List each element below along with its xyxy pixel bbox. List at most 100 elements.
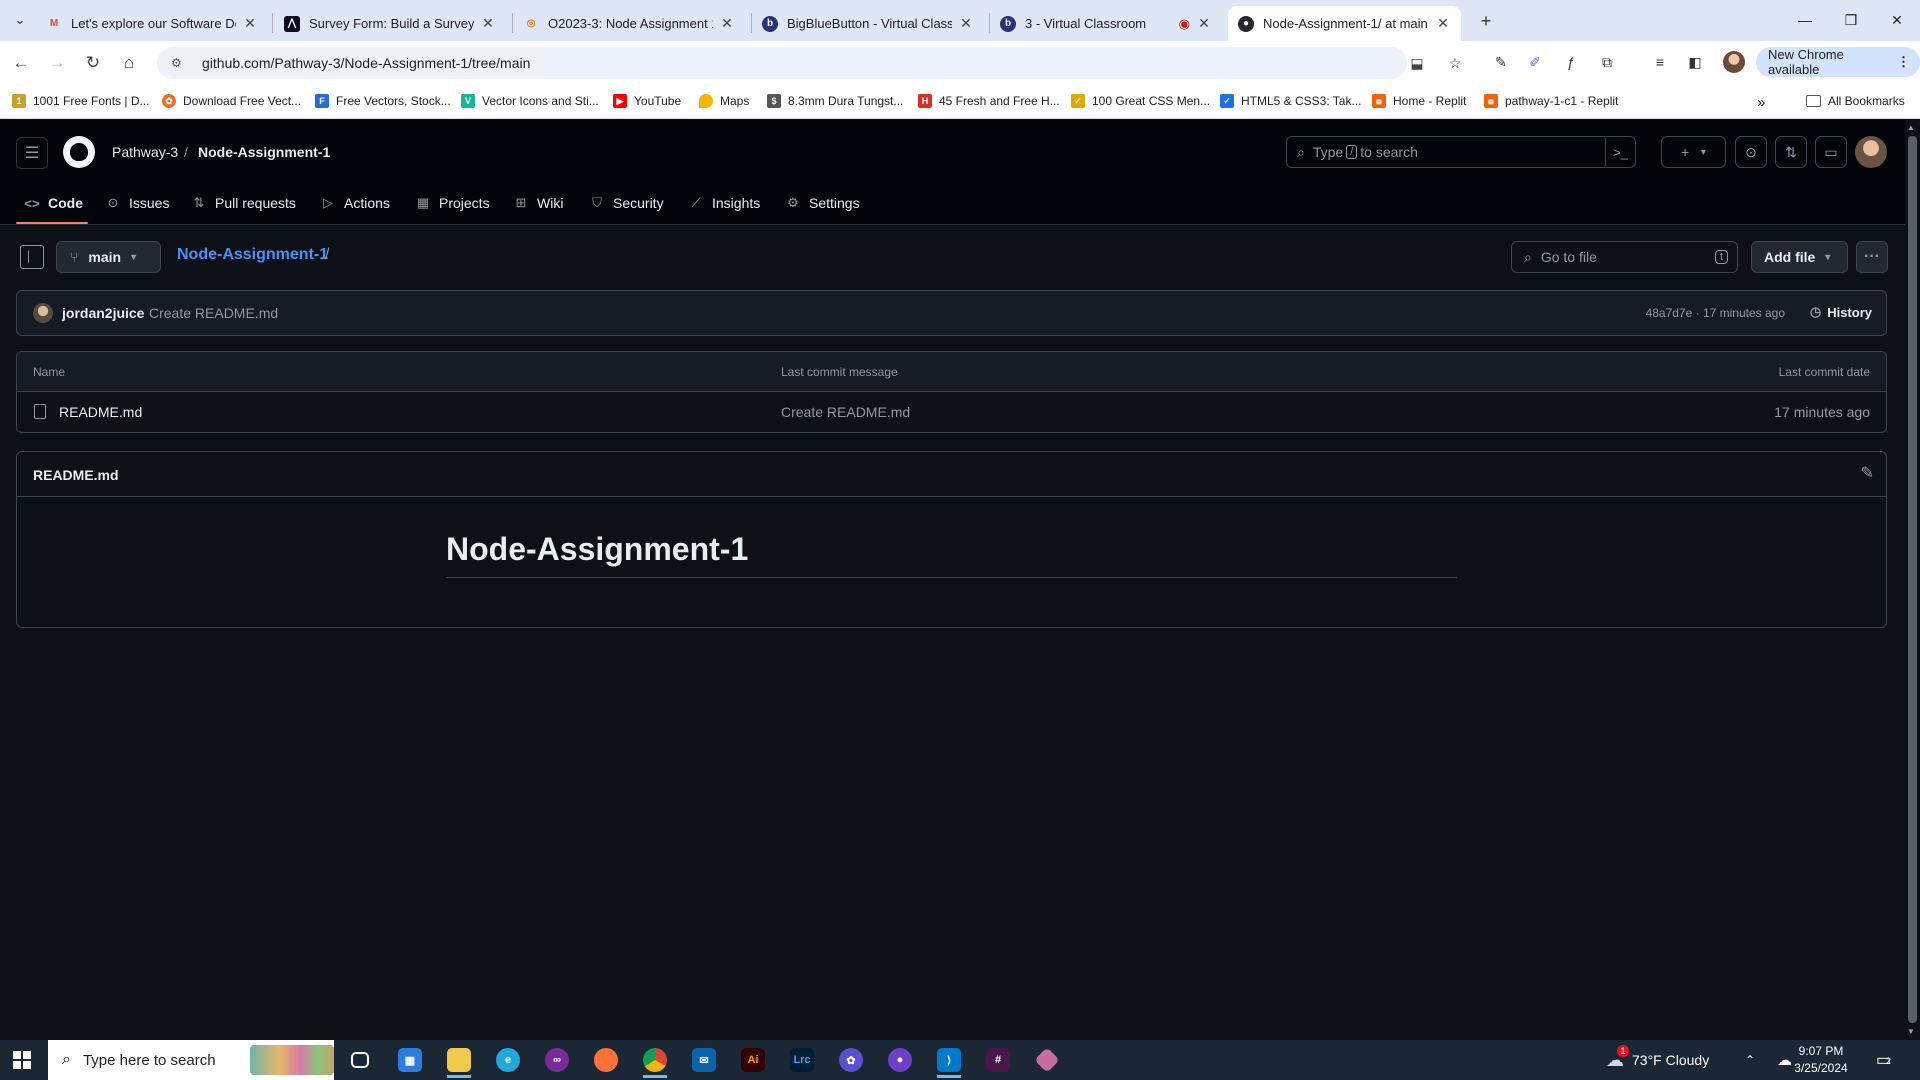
meta-app-icon[interactable]: ∞ <box>537 1044 577 1076</box>
create-new-button[interactable]: + ▾ <box>1661 136 1726 168</box>
file-name-link[interactable]: README.md <box>59 404 142 420</box>
close-icon[interactable]: ✕ <box>1196 15 1212 32</box>
bookmark-item[interactable]: ▶ YouTube <box>613 94 681 108</box>
weather-widget[interactable]: ☁ 1 73°F Cloudy <box>1606 1040 1709 1080</box>
github-desktop-icon[interactable]: ● <box>880 1044 920 1076</box>
windows-start-icon[interactable] <box>13 1051 31 1069</box>
chrome-icon[interactable] <box>635 1044 675 1078</box>
scroll-down-arrow-icon[interactable]: ▼ <box>1907 1027 1915 1036</box>
site-info-icon[interactable]: ⚙ <box>171 56 191 70</box>
path-root-link[interactable]: Node-Assignment-1 <box>177 246 328 264</box>
tab-search-chevron-icon[interactable]: ⌄ <box>8 8 32 32</box>
font-extension-icon[interactable]: ƒ <box>1559 50 1583 74</box>
file-commit-message-link[interactable]: Create README.md <box>781 404 910 420</box>
browser-tab-active[interactable]: ● Node-Assignment-1/ at main ✕ <box>1228 6 1461 41</box>
bookmark-star-icon[interactable]: ☆ <box>1445 53 1465 73</box>
forward-icon[interactable]: → <box>44 50 70 76</box>
tab-issues[interactable]: ⊙ Issues <box>105 181 170 225</box>
notification-icon[interactable]: ▭ 2 <box>1876 1040 1891 1080</box>
repo-link[interactable]: Node-Assignment-1 <box>198 144 330 160</box>
hamburger-menu-icon[interactable]: ☰ <box>16 137 48 169</box>
bookmark-item[interactable]: F Free Vectors, Stock... <box>315 94 451 108</box>
branch-selector-button[interactable]: ⑂ main ▾ <box>56 241 161 273</box>
tab-settings[interactable]: ⚙ Settings <box>785 181 859 225</box>
bookmark-item[interactable]: H 45 Fresh and Free H... <box>918 94 1060 108</box>
bookmark-item[interactable]: 1 1001 Free Fonts | D... <box>12 94 150 108</box>
restore-icon[interactable]: ❐ <box>1836 8 1866 32</box>
reload-icon[interactable]: ↻ <box>80 50 106 76</box>
file-explorer-icon[interactable] <box>439 1044 479 1078</box>
browser-tab[interactable]: ⋀ Survey Form: Build a Survey Fo ✕ <box>274 6 506 41</box>
chevron-up-icon[interactable]: ⌃ <box>1745 1040 1755 1080</box>
scrollbar-thumb[interactable] <box>1908 136 1917 1023</box>
bookmark-item[interactable]: ✓ HTML5 & CSS3: Tak... <box>1220 94 1362 108</box>
side-panel-icon[interactable]: ◧ <box>1683 50 1707 74</box>
edit-pencil-icon[interactable]: ✎ <box>1861 463 1874 483</box>
app-icon[interactable] <box>1027 1044 1067 1076</box>
go-to-file-input[interactable]: ⌕ Go to file t <box>1511 241 1738 273</box>
media-controls-icon[interactable]: ≡ <box>1648 50 1672 74</box>
bookmark-item[interactable]: ⧈ Home - Replit <box>1372 94 1466 108</box>
tab-pull-requests[interactable]: ⇅ Pull requests <box>191 181 296 225</box>
tab-actions[interactable]: ▷ Actions <box>320 181 390 225</box>
home-icon[interactable]: ⌂ <box>116 50 142 76</box>
commit-message-link[interactable]: Create README.md <box>149 305 278 321</box>
browser-tab[interactable]: M Let's explore our Software Deve ✕ <box>36 6 268 41</box>
bookmark-item[interactable]: V Vector Icons and Sti... <box>461 94 599 108</box>
install-app-icon[interactable]: ⬓ <box>1407 53 1427 73</box>
clock[interactable]: 9:07 PM 3/25/2024 <box>1787 1043 1855 1077</box>
close-icon[interactable]: ✕ <box>958 15 974 32</box>
address-bar[interactable]: ⚙ github.com/Pathway-3/Node-Assignment-1… <box>157 47 1461 79</box>
minimize-icon[interactable]: — <box>1790 8 1820 32</box>
command-palette-icon[interactable]: >_ <box>1605 137 1635 167</box>
browser-tab[interactable]: b 3 - Virtual Classroom ◉ ✕ <box>990 6 1222 41</box>
more-bookmarks-icon[interactable]: » <box>1757 94 1765 111</box>
avatar[interactable] <box>1855 136 1887 168</box>
avatar[interactable] <box>33 303 53 323</box>
issues-icon[interactable]: ⊙ <box>1735 136 1767 168</box>
tab-security[interactable]: ⛉ Security <box>589 181 663 225</box>
tab-insights[interactable]: ⟋ Insights <box>688 181 760 225</box>
page-scrollbar[interactable]: ▲ ▼ <box>1905 120 1920 1040</box>
inbox-icon[interactable]: ▭ <box>1815 136 1847 168</box>
close-icon[interactable]: ✕ <box>242 15 258 32</box>
scroll-up-arrow-icon[interactable]: ▲ <box>1907 123 1915 132</box>
firefox-icon[interactable] <box>586 1044 626 1076</box>
pen-extension-icon[interactable]: ✎ <box>1489 50 1513 74</box>
add-file-button[interactable]: Add file ▾ <box>1751 241 1848 273</box>
new-tab-icon[interactable]: + <box>1473 8 1499 34</box>
commit-author-link[interactable]: jordan2juice <box>62 305 144 321</box>
vscode-icon[interactable]: ⟩ <box>929 1044 969 1078</box>
app-icon[interactable]: ✿ <box>831 1044 871 1076</box>
more-options-icon[interactable]: ··· <box>1856 241 1888 273</box>
tab-wiki[interactable]: ⊞ Wiki <box>513 181 564 225</box>
browser-tab[interactable]: ◎ O2023-3: Node Assignment 1 - ✕ <box>513 6 745 41</box>
window-close-icon[interactable]: ✕ <box>1882 8 1912 32</box>
pull-requests-icon[interactable]: ⇅ <box>1775 136 1807 168</box>
table-row[interactable]: README.md Create README.md 17 minutes ag… <box>17 392 1886 432</box>
lightroom-classic-icon[interactable]: Lrc <box>782 1044 822 1076</box>
bookmark-item[interactable]: ⧈ pathway-1-c1 - Replit <box>1484 94 1618 108</box>
extensions-puzzle-icon[interactable]: ⧉ <box>1595 50 1619 74</box>
edge-icon[interactable]: e <box>488 1044 528 1076</box>
bookmark-item[interactable]: ✓ 100 Great CSS Men... <box>1071 94 1210 108</box>
bookmark-item[interactable]: Maps <box>699 94 749 108</box>
bookmark-item[interactable]: ✿ Download Free Vect... <box>162 94 301 108</box>
chrome-update-button[interactable]: New Chrome available ⋮ <box>1756 47 1920 77</box>
readme-filename[interactable]: README.md <box>33 467 119 483</box>
mail-icon[interactable]: ✉ <box>684 1044 724 1076</box>
tab-code[interactable]: <> Code <box>24 181 83 225</box>
github-logo-icon[interactable] <box>63 136 95 168</box>
back-icon[interactable]: ← <box>8 50 34 76</box>
task-view-icon[interactable] <box>340 1044 380 1076</box>
expand-file-tree-icon[interactable]: ▏ <box>20 245 44 269</box>
taskbar-search-input[interactable]: ⌕ Type here to search <box>48 1040 334 1080</box>
search-input[interactable]: ⌕ Type / to search >_ <box>1286 136 1636 168</box>
close-icon[interactable]: ✕ <box>480 15 496 32</box>
microsoft-store-icon[interactable]: ▦ <box>390 1044 430 1076</box>
owner-link[interactable]: Pathway-3 <box>112 144 178 160</box>
url-text[interactable]: github.com/Pathway-3/Node-Assignment-1/t… <box>202 55 530 71</box>
browser-tab[interactable]: b BigBlueButton - Virtual Classro ✕ <box>752 6 984 41</box>
bookmark-item[interactable]: $8.3mm Dura Tungst... <box>767 94 903 108</box>
tab-projects[interactable]: ▦ Projects <box>415 181 490 225</box>
